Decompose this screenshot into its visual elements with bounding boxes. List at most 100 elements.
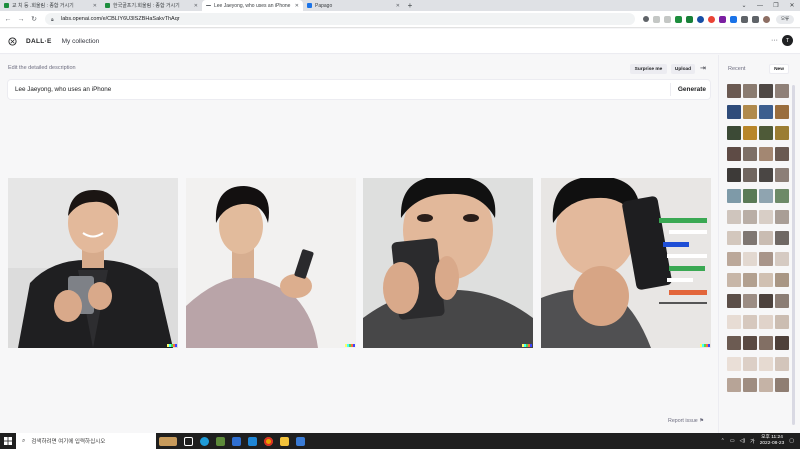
thumbnail[interactable]	[743, 252, 757, 266]
thumbnail[interactable]	[759, 210, 773, 224]
generate-button[interactable]: Generate	[669, 83, 706, 96]
thumbnail[interactable]	[727, 273, 741, 287]
browser-tab-1[interactable]: 교 치 등 .회울림 : 종합 거시기 ✕	[0, 0, 101, 11]
thumbnail[interactable]	[743, 105, 757, 119]
thumbnail[interactable]	[743, 126, 757, 140]
thumbnail[interactable]	[775, 231, 789, 245]
thumbnail[interactable]	[727, 126, 741, 140]
extension-sheet-icon[interactable]	[686, 15, 693, 23]
thumbnail[interactable]	[727, 336, 741, 350]
close-icon[interactable]: ✕	[295, 3, 299, 9]
address-bar[interactable]: 🔒︎ labs.openai.com/e/CBLIY6U3ISZBHaSakvT…	[45, 13, 635, 25]
thumbnail[interactable]	[775, 168, 789, 182]
close-window-icon[interactable]: ✕	[784, 0, 800, 11]
thumbnail[interactable]	[759, 147, 773, 161]
thumbnail[interactable]	[759, 168, 773, 182]
thumbnail[interactable]	[727, 168, 741, 182]
share-icon[interactable]	[653, 15, 660, 23]
new-button[interactable]: New	[769, 64, 789, 74]
thumbnail[interactable]	[743, 294, 757, 308]
new-tab-plus-icon[interactable]: +	[404, 0, 416, 11]
sidebar-scrollbar[interactable]	[792, 85, 795, 425]
generated-image-4[interactable]	[541, 178, 711, 348]
surprise-me-button[interactable]: Surprise me	[630, 64, 667, 74]
extension-blue-icon[interactable]	[697, 15, 704, 23]
thumbnail[interactable]	[727, 357, 741, 371]
collapse-sidebar-icon[interactable]: ⇥	[700, 64, 706, 72]
nav-my-collection[interactable]: My collection	[62, 38, 100, 45]
thumbnail[interactable]	[759, 315, 773, 329]
thumbnail[interactable]	[743, 168, 757, 182]
close-icon[interactable]: ✕	[194, 3, 198, 9]
thumbnail[interactable]	[775, 189, 789, 203]
thumbnail[interactable]	[727, 231, 741, 245]
prompt-input[interactable]: Lee Jaeyong, who uses an iPhone Generate	[8, 80, 710, 99]
thumbnail[interactable]	[743, 315, 757, 329]
minecraft-icon[interactable]	[212, 433, 228, 449]
thumbnail[interactable]	[759, 105, 773, 119]
news-widget-icon[interactable]	[156, 433, 180, 449]
thumbnail[interactable]	[759, 252, 773, 266]
extension-green-icon[interactable]	[675, 15, 682, 23]
thumbnail[interactable]	[727, 105, 741, 119]
thumbnail[interactable]	[759, 357, 773, 371]
extension-v-icon[interactable]	[719, 15, 726, 23]
chrome-icon[interactable]	[260, 433, 276, 449]
generated-image-3[interactable]	[363, 178, 533, 348]
app-blue-icon[interactable]	[228, 433, 244, 449]
thumbnail[interactable]	[759, 273, 773, 287]
edge-icon[interactable]	[196, 433, 212, 449]
report-issue-link[interactable]: Report issue ⚑	[668, 418, 704, 424]
browser-tab-3[interactable]: Lee Jaeyong, who uses an iPhone ✕	[202, 0, 303, 11]
browser-tab-2[interactable]: 한국골프기.회울림 : 종합 거시기 ✕	[101, 0, 202, 11]
avatar-icon[interactable]	[763, 15, 770, 23]
tray-chevron-icon[interactable]: ⌃	[721, 438, 725, 444]
thumbnail[interactable]	[775, 273, 789, 287]
openai-logo-icon[interactable]	[8, 36, 17, 46]
file-explorer-icon[interactable]	[276, 433, 292, 449]
task-view-icon[interactable]	[180, 433, 196, 449]
thumbnail[interactable]	[759, 231, 773, 245]
thumbnail[interactable]	[727, 252, 741, 266]
thumbnail[interactable]	[743, 84, 757, 98]
puzzle-icon[interactable]	[741, 15, 748, 23]
notification-icon[interactable]: ▢	[789, 438, 794, 444]
side-panel-icon[interactable]	[752, 15, 759, 23]
thumbnail[interactable]	[775, 84, 789, 98]
thumbnail[interactable]	[727, 147, 741, 161]
thumbnail[interactable]	[775, 357, 789, 371]
forward-arrow-icon[interactable]: →	[16, 14, 26, 24]
restore-icon[interactable]: ❐	[768, 0, 784, 11]
thumbnail[interactable]	[759, 294, 773, 308]
thumbnail[interactable]	[727, 210, 741, 224]
thumbnail[interactable]	[743, 147, 757, 161]
thumbnail[interactable]	[759, 378, 773, 392]
store-icon[interactable]	[292, 433, 308, 449]
thumbnail[interactable]	[743, 378, 757, 392]
taskbar-search[interactable]: ⌕ 검색하려면 여기에 입력하십시오	[16, 433, 156, 449]
thumbnail[interactable]	[775, 294, 789, 308]
close-icon[interactable]: ✕	[396, 3, 400, 9]
volume-icon[interactable]: ◁)	[740, 438, 746, 444]
thumbnail[interactable]	[775, 378, 789, 392]
thumbnail[interactable]	[775, 336, 789, 350]
thumbnail[interactable]	[775, 210, 789, 224]
generated-image-1[interactable]	[8, 178, 178, 348]
thumbnail[interactable]	[727, 315, 741, 329]
generated-image-2[interactable]	[186, 178, 356, 348]
network-icon[interactable]: ▭	[730, 438, 735, 444]
thumbnail[interactable]	[743, 210, 757, 224]
thumbnail[interactable]	[727, 189, 741, 203]
ime-icon[interactable]: 가	[750, 438, 755, 445]
upload-button[interactable]: Upload	[671, 64, 695, 74]
brand-title[interactable]: DALL·E	[26, 38, 52, 45]
thumbnail[interactable]	[727, 378, 741, 392]
back-arrow-icon[interactable]: ←	[3, 14, 13, 24]
thumbnail[interactable]	[775, 147, 789, 161]
windows-start-icon[interactable]	[0, 433, 16, 449]
thumbnail[interactable]	[727, 294, 741, 308]
extension-blue2-icon[interactable]	[730, 15, 737, 23]
user-avatar[interactable]: T	[782, 35, 793, 46]
thumbnail[interactable]	[759, 189, 773, 203]
close-icon[interactable]: ✕	[93, 3, 97, 9]
